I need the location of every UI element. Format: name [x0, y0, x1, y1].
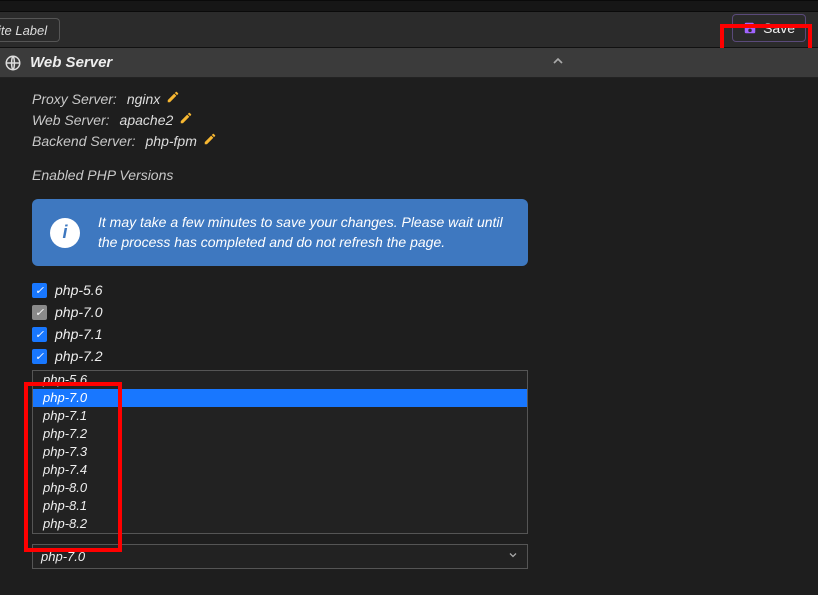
web-value: apache2	[120, 112, 174, 128]
pencil-icon[interactable]	[179, 111, 193, 128]
php-checkbox-list: ✓ php-5.6 ✓ php-7.0 ✓ php-7.1 ✓ php-7.2	[32, 282, 818, 364]
php-checkbox-row: ✓ php-7.2	[32, 348, 818, 364]
tab-label: ite Label	[0, 23, 47, 38]
default-php-dropdown[interactable]: php-7.0	[32, 544, 528, 569]
info-icon: i	[50, 218, 80, 248]
info-box: i It may take a few minutes to save your…	[32, 199, 528, 266]
backend-row: Backend Server: php-fpm	[32, 132, 818, 149]
checkbox-label: php-7.1	[55, 326, 102, 342]
checkbox-label: php-7.2	[55, 348, 102, 364]
php-select-listbox[interactable]: php-5.6php-7.0php-7.1php-7.2php-7.3php-7…	[32, 370, 528, 534]
tab-chip[interactable]: ite Label	[0, 18, 60, 42]
globe-icon	[4, 54, 22, 72]
listbox-option[interactable]: php-7.4	[33, 461, 527, 479]
save-label: Save	[763, 20, 795, 36]
checkbox[interactable]: ✓	[32, 283, 47, 298]
listbox-option[interactable]: php-7.1	[33, 407, 527, 425]
php-checkbox-row: ✓ php-7.1	[32, 326, 818, 342]
checkbox[interactable]: ✓	[32, 349, 47, 364]
section-header[interactable]: Web Server	[0, 48, 818, 78]
php-checkbox-row: ✓ php-7.0	[32, 304, 818, 320]
top-strip	[0, 0, 818, 12]
checkbox-label: php-7.0	[55, 304, 102, 320]
header-bar: ite Label Save	[0, 12, 818, 48]
listbox-option[interactable]: php-8.2	[33, 515, 527, 533]
php-checkbox-row: ✓ php-5.6	[32, 282, 818, 298]
save-button[interactable]: Save	[732, 14, 806, 42]
pencil-icon[interactable]	[166, 90, 180, 107]
checkbox-label: php-5.6	[55, 282, 102, 298]
info-text: It may take a few minutes to save your c…	[98, 213, 510, 252]
proxy-row: Proxy Server: nginx	[32, 90, 818, 107]
web-label: Web Server:	[32, 112, 110, 128]
chevron-down-icon	[507, 549, 519, 564]
floppy-icon	[743, 21, 757, 35]
chevron-up-icon[interactable]	[550, 53, 566, 74]
listbox-option[interactable]: php-8.1	[33, 497, 527, 515]
listbox-option[interactable]: php-7.2	[33, 425, 527, 443]
listbox-option[interactable]: php-7.0	[33, 389, 527, 407]
proxy-value: nginx	[127, 91, 160, 107]
listbox-option[interactable]: php-5.6	[33, 371, 527, 389]
listbox-option[interactable]: php-7.3	[33, 443, 527, 461]
pencil-icon[interactable]	[203, 132, 217, 149]
enabled-php-header: Enabled PHP Versions	[32, 167, 818, 183]
backend-label: Backend Server:	[32, 133, 136, 149]
checkbox[interactable]: ✓	[32, 327, 47, 342]
proxy-label: Proxy Server:	[32, 91, 117, 107]
section-body: Proxy Server: nginx Web Server: apache2 …	[0, 78, 818, 569]
section-title: Web Server	[30, 54, 112, 71]
webserver-row: Web Server: apache2	[32, 111, 818, 128]
dropdown-value: php-7.0	[41, 549, 85, 564]
listbox-option[interactable]: php-8.0	[33, 479, 527, 497]
checkbox: ✓	[32, 305, 47, 320]
backend-value: php-fpm	[146, 133, 197, 149]
